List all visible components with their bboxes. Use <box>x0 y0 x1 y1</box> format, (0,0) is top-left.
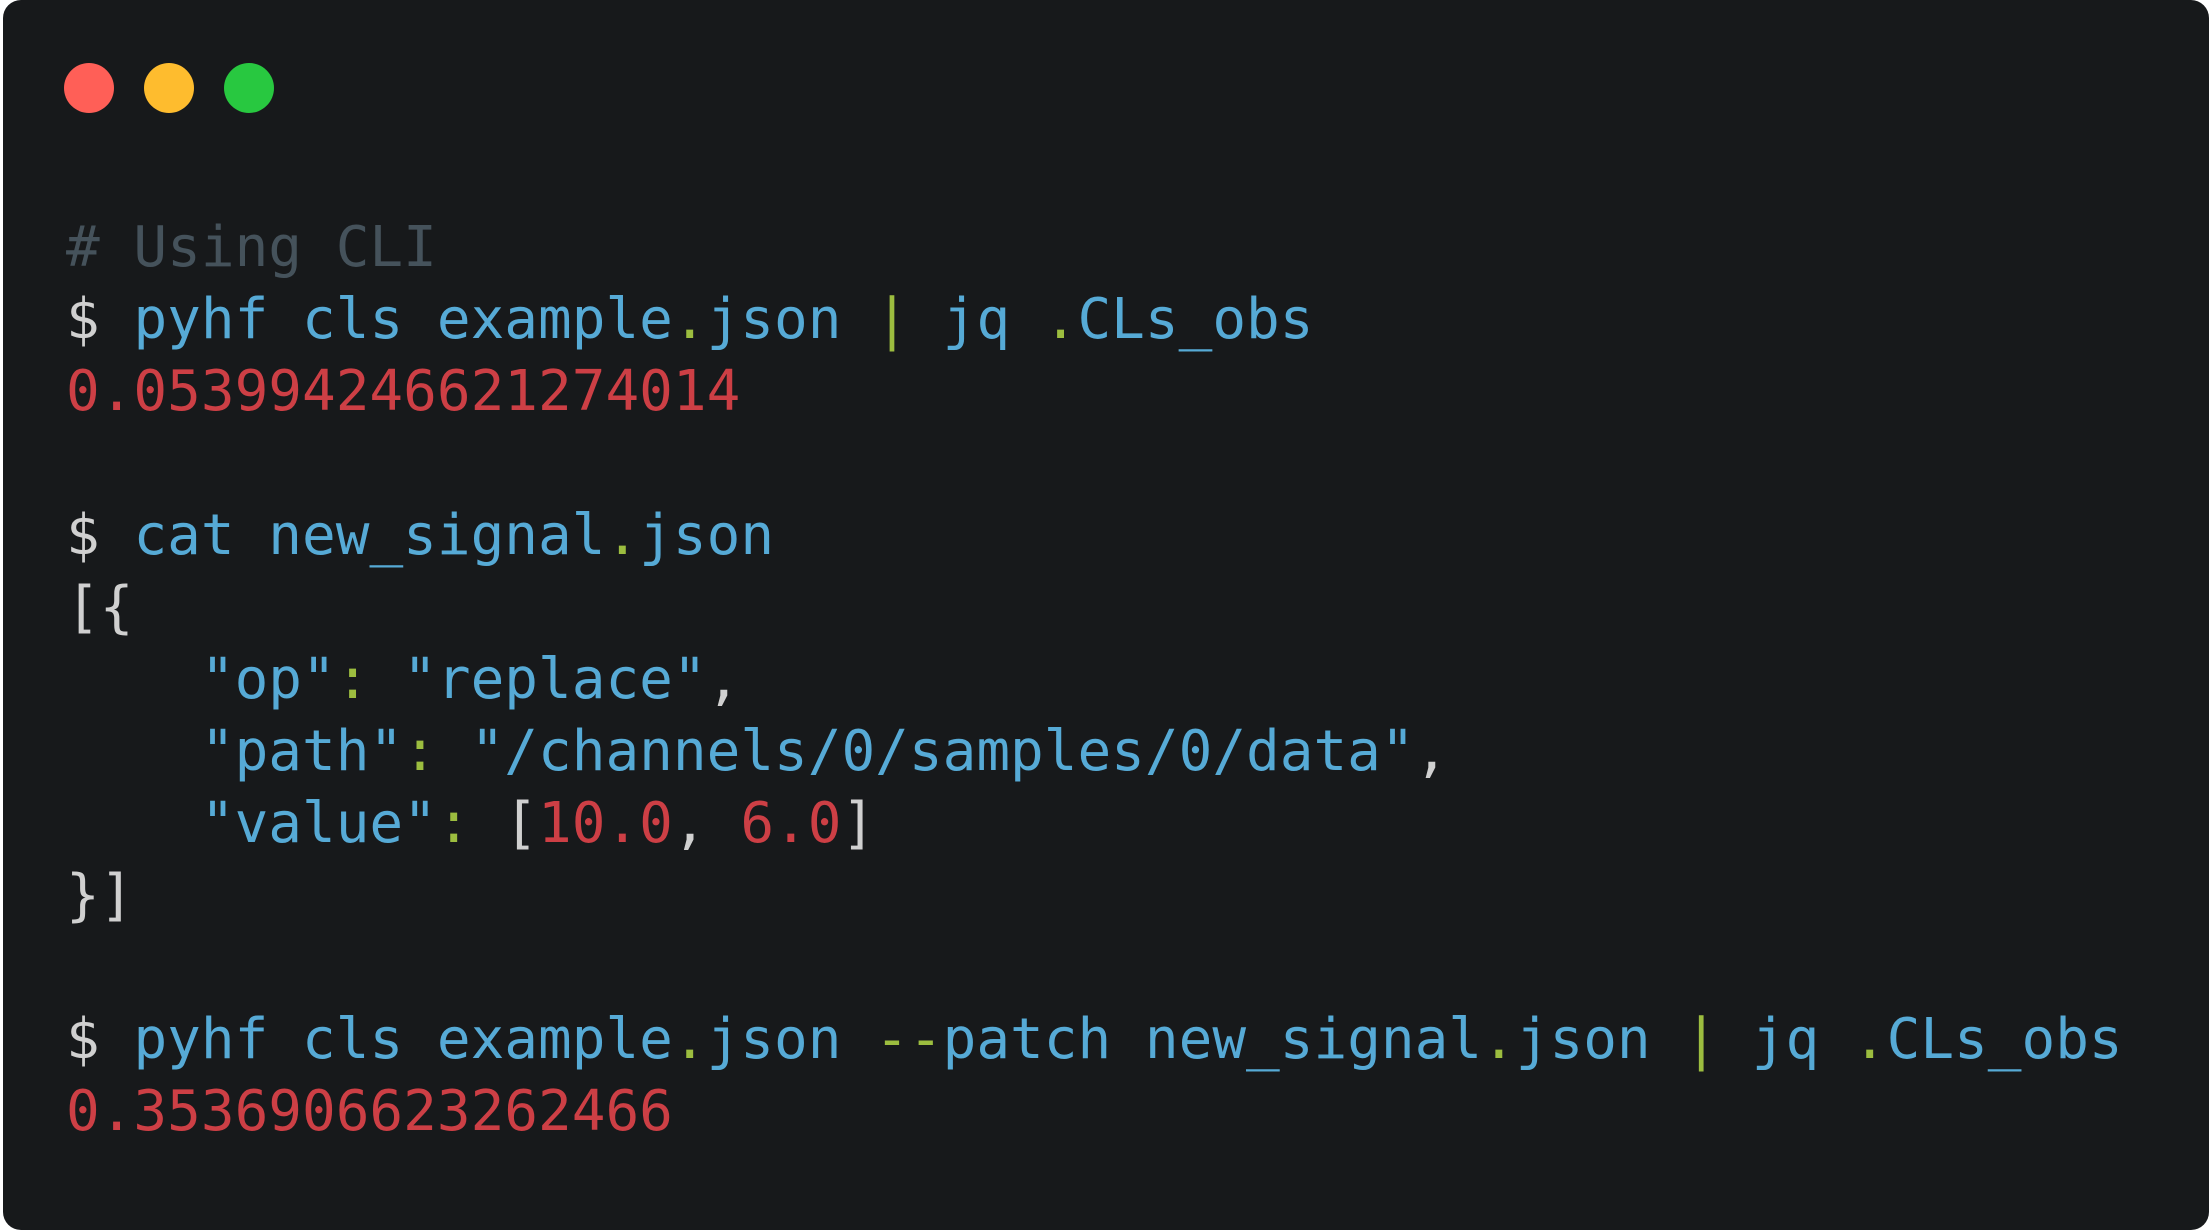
terminal-line: # Using CLI <box>66 212 2123 284</box>
token-punctuation: , <box>672 791 741 856</box>
token-punctuation <box>66 647 201 712</box>
token-prompt: $ <box>66 287 134 352</box>
token-command: json <box>706 1007 876 1072</box>
token-command: "op" <box>200 647 336 712</box>
token-number: 0.3536906623262466 <box>66 1079 673 1144</box>
token-command: json <box>706 287 876 352</box>
token-operator: . <box>1852 1007 1887 1072</box>
token-punctuation <box>66 791 201 856</box>
token-number: 6.0 <box>740 791 842 856</box>
terminal-window: # Using CLI $ pyhf cls example.json | jq … <box>3 0 2209 1230</box>
token-punctuation: , <box>1414 719 1449 784</box>
minimize-icon[interactable] <box>144 63 194 113</box>
token-command: patch new_signal <box>942 1007 1483 1072</box>
token-operator: . <box>1482 1007 1516 1072</box>
token-command: jq <box>908 287 1044 352</box>
token-operator: : <box>436 791 471 856</box>
terminal-line: "path": "/channels/0/samples/0/data", <box>66 716 2123 788</box>
token-command: cat new_signal <box>133 503 606 568</box>
token-number: 10.0 <box>538 791 673 856</box>
token-punctuation <box>437 719 471 784</box>
token-prompt: $ <box>66 1007 134 1072</box>
token-number: 0.053994246621274014 <box>66 359 741 424</box>
token-prompt: $ <box>66 503 134 568</box>
token-punctuation <box>369 647 403 712</box>
terminal-line: "value": [10.0, 6.0] <box>66 788 2123 860</box>
token-punctuation: [ <box>470 791 539 856</box>
token-punctuation <box>66 719 201 784</box>
terminal-output: # Using CLI $ pyhf cls example.json | jq … <box>66 212 2123 1148</box>
token-operator: . <box>672 1007 707 1072</box>
terminal-line: $ pyhf cls example.json | jq .CLs_obs <box>66 284 2123 356</box>
token-command: "value" <box>200 791 437 856</box>
token-operator: . <box>1043 287 1078 352</box>
close-icon[interactable] <box>64 63 114 113</box>
token-command: pyhf cls example <box>133 287 673 352</box>
token-command: "replace" <box>403 647 707 712</box>
terminal-line: 0.053994246621274014 <box>66 356 2123 428</box>
terminal-line: 0.3536906623262466 <box>66 1076 2123 1148</box>
terminal-line: }] <box>66 860 2123 932</box>
token-punctuation: [{ <box>66 575 134 640</box>
token-command: "/channels/0/samples/0/data" <box>470 719 1415 784</box>
token-operator: : <box>335 647 370 712</box>
token-command: json <box>639 503 775 568</box>
token-command: CLs_obs <box>1886 1007 2123 1072</box>
token-command: CLs_obs <box>1077 287 1314 352</box>
token-command: jq <box>1718 1007 1853 1072</box>
token-command: pyhf cls example <box>133 1007 673 1072</box>
token-punctuation: ] <box>841 791 876 856</box>
token-command: "path" <box>200 719 404 784</box>
token-operator: -- <box>875 1007 943 1072</box>
token-punctuation: }] <box>66 863 134 928</box>
terminal-line: [{ <box>66 572 2123 644</box>
token-operator: : <box>403 719 437 784</box>
zoom-icon[interactable] <box>224 63 274 113</box>
token-operator: | <box>1684 1007 1719 1072</box>
token-operator: . <box>672 287 707 352</box>
token-punctuation: , <box>706 647 741 712</box>
terminal-line: "op": "replace", <box>66 644 2123 716</box>
token-comment: # Using CLI <box>66 215 437 280</box>
token-command: json <box>1515 1007 1685 1072</box>
terminal-line: $ pyhf cls example.json --patch new_sign… <box>66 1004 2123 1076</box>
terminal-line: $ cat new_signal.json <box>66 500 2123 572</box>
token-operator: | <box>875 287 909 352</box>
token-operator: . <box>605 503 640 568</box>
